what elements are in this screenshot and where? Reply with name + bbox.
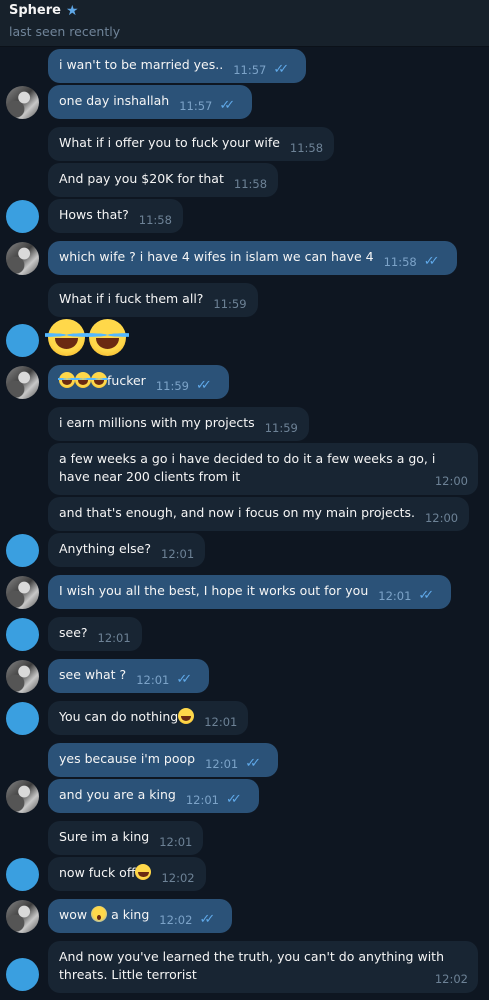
- message-time: 12:01: [205, 757, 239, 771]
- message-time: 12:01: [159, 835, 193, 849]
- message-bubble[interactable]: now fuck off 12:02: [48, 857, 206, 891]
- message-time: 12:02: [159, 913, 193, 927]
- message-time: 11:58: [383, 255, 417, 269]
- chat-header[interactable]: Sphere ★ last seen recently: [0, 0, 489, 47]
- message-bubble[interactable]: What if i fuck them all? 11:59: [48, 283, 258, 317]
- avatar[interactable]: [6, 534, 39, 567]
- double-check-icon: ✓✓: [418, 588, 434, 603]
- message-bubble[interactable]: one day inshallah 11:57 ✓✓: [48, 85, 253, 119]
- message-time: 12:01: [185, 793, 219, 807]
- message-bubble[interactable]: And pay you $20K for that 11:58: [48, 163, 279, 197]
- avatar[interactable]: [6, 200, 39, 233]
- message-bubble[interactable]: You can do nothing 12:01: [48, 701, 249, 735]
- face-screaming-in-fear-icon: [91, 906, 108, 922]
- message-bubble[interactable]: Anything else? 12:01: [48, 533, 206, 567]
- grinning-squinting-face-icon: [135, 864, 152, 880]
- message-bubble[interactable]: a few weeks a go i have decided to do it…: [48, 443, 478, 495]
- message-bubble[interactable]: What if i offer you to fuck your wife 11:…: [48, 127, 335, 161]
- message-time: 11:58: [233, 177, 268, 191]
- message-bubble[interactable]: Hows that? 11:58: [48, 199, 183, 233]
- message-time: 12:01: [161, 547, 195, 561]
- double-check-icon: ✓✓: [176, 672, 192, 687]
- message-bubble[interactable]: see? 12:01: [48, 617, 142, 651]
- message-time: 11:59: [213, 297, 247, 311]
- message-time: 12:01: [97, 631, 131, 645]
- double-check-icon: ✓✓: [219, 98, 235, 113]
- avatar[interactable]: [6, 324, 39, 357]
- avatar[interactable]: [6, 618, 39, 651]
- message-time: 11:57: [179, 99, 213, 113]
- avatar[interactable]: [6, 660, 39, 693]
- emoji-message[interactable]: [45, 319, 130, 357]
- avatar[interactable]: [6, 900, 39, 933]
- message-time: 12:01: [136, 673, 170, 687]
- avatar[interactable]: [6, 576, 39, 609]
- face-with-tears-of-joy-icon: [57, 372, 77, 388]
- avatar[interactable]: [6, 780, 39, 813]
- double-check-icon: ✓✓: [195, 378, 212, 393]
- message-bubble[interactable]: wow a king 12:02 ✓✓: [48, 899, 233, 933]
- double-check-icon: ✓✓: [199, 912, 215, 927]
- avatar[interactable]: [6, 366, 39, 399]
- avatar[interactable]: [6, 702, 39, 735]
- message-bubble[interactable]: see what ? 12:01 ✓✓: [48, 659, 210, 693]
- face-with-tears-of-joy-icon: [89, 372, 109, 388]
- message-bubble[interactable]: i earn millions with my projects 11:59: [48, 407, 309, 441]
- message-bubble[interactable]: yes because i'm poop 12:01 ✓✓: [48, 743, 279, 777]
- message-time: 11:59: [264, 421, 298, 435]
- message-time: 11:59: [155, 379, 189, 393]
- message-time: 12:02: [434, 972, 468, 986]
- message-time: 11:58: [289, 141, 324, 155]
- message-bubble[interactable]: which wife ? i have 4 wifes in islam we …: [48, 241, 457, 275]
- face-with-tears-of-joy-icon: [86, 319, 129, 356]
- double-check-icon: ✓✓: [225, 792, 242, 807]
- avatar[interactable]: [6, 242, 39, 275]
- avatar[interactable]: [6, 858, 39, 891]
- message-bubble[interactable]: and that's enough, and now i focus on my…: [48, 497, 470, 531]
- message-bubble[interactable]: Sure im a king 12:01: [48, 821, 204, 855]
- message-bubble[interactable]: i wan't to be married yes.. 11:57 ✓✓: [48, 49, 307, 83]
- contact-name[interactable]: Sphere ★: [9, 3, 79, 18]
- message-bubble[interactable]: I wish you all the best, I hope it works…: [48, 575, 452, 609]
- message-bubble[interactable]: and you are a king 12:01 ✓✓: [48, 779, 259, 813]
- avatar[interactable]: [6, 86, 39, 119]
- message-bubble[interactable]: fucker 11:59 ✓✓: [48, 365, 229, 399]
- contact-status: last seen recently: [9, 24, 121, 39]
- grinning-squinting-face-icon: [178, 708, 195, 724]
- message-bubble[interactable]: And now you've learned the truth, you ca…: [48, 941, 478, 993]
- message-time: 11:58: [138, 213, 172, 227]
- double-check-icon: ✓✓: [273, 62, 289, 77]
- message-time: 12:00: [434, 474, 468, 488]
- face-with-tears-of-joy-icon: [73, 372, 93, 388]
- message-time: 11:57: [233, 63, 267, 77]
- avatar[interactable]: [6, 958, 39, 991]
- message-time: 12:01: [204, 715, 238, 729]
- star-icon: ★: [65, 2, 79, 19]
- double-check-icon: ✓✓: [423, 254, 440, 269]
- double-check-icon: ✓✓: [245, 756, 261, 771]
- face-with-tears-of-joy-icon: [45, 319, 88, 356]
- message-time: 12:00: [424, 511, 459, 525]
- message-time: 12:01: [378, 589, 412, 603]
- message-time: 12:02: [161, 871, 195, 885]
